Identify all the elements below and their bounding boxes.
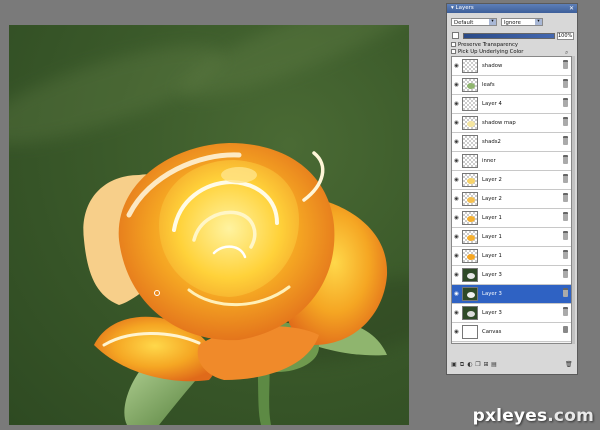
layer-list-scrollbar[interactable] — [572, 56, 575, 344]
panel-collapse-icon[interactable]: ▾ — [451, 5, 454, 11]
group-icon[interactable]: ❐ — [475, 362, 481, 368]
lock-icon[interactable] — [563, 250, 568, 259]
layer-item[interactable]: ◉ Layer 4 — [452, 95, 571, 114]
layer-item-canvas[interactable]: ◉ Canvas — [452, 323, 571, 342]
folder-icon[interactable]: ▤ — [491, 362, 497, 368]
lock-icon[interactable] — [563, 288, 568, 297]
eye-icon[interactable]: ◉ — [453, 291, 460, 297]
eye-icon[interactable]: ◉ — [453, 196, 460, 202]
layer-item[interactable]: ◉ shadow — [452, 57, 571, 76]
layer-thumbnail — [462, 97, 478, 111]
lock-icon[interactable] — [563, 79, 568, 88]
pick-up-underlying-color-checkbox[interactable]: Pick Up Underlying Color ⌕ — [451, 49, 568, 56]
layer-thumbnail — [462, 78, 478, 92]
layer-item[interactable]: ◉ leafs — [452, 76, 571, 95]
layer-thumbnail — [462, 268, 478, 282]
layer-item[interactable]: ◉ Layer 1 — [452, 209, 571, 228]
merge-icon[interactable]: ⊞ — [483, 362, 489, 368]
eye-icon[interactable]: ◉ — [453, 101, 460, 107]
preserve-transparency-checkbox[interactable]: Preserve Transparency — [451, 42, 518, 49]
eyedropper-icon[interactable]: ⌕ — [565, 49, 568, 56]
rose-painting — [83, 143, 388, 425]
layer-item[interactable]: ◉ Layer 3 — [452, 304, 571, 323]
layer-item[interactable]: ◉ shadow map — [452, 114, 571, 133]
site-watermark: pxleyes.com — [472, 406, 594, 426]
mode-option-select[interactable]: Ignore ▾ — [501, 18, 543, 26]
layer-thumbnail — [462, 154, 478, 168]
lock-icon[interactable] — [563, 60, 568, 69]
layers-panel: ▾ Layers ✕ Default ▾ Ignore ▾ 100% Prese… — [446, 3, 578, 375]
eye-icon[interactable]: ◉ — [453, 139, 460, 145]
layer-item[interactable]: ◉ Layer 1 — [452, 228, 571, 247]
trash-icon[interactable]: 🗑 — [565, 362, 573, 368]
layer-thumbnail — [462, 59, 478, 73]
checkbox-box[interactable] — [451, 49, 456, 54]
layer-item[interactable]: ◉ Layer 1 — [452, 247, 571, 266]
opacity-value[interactable]: 100% — [557, 32, 574, 40]
chevron-down-icon: ▾ — [535, 19, 542, 25]
layer-thumbnail — [462, 192, 478, 206]
layer-item[interactable]: ◉ shads2 — [452, 133, 571, 152]
layer-item[interactable]: ◉ Layer 3 — [452, 266, 571, 285]
layers-panel-title-bar[interactable]: ▾ Layers ✕ — [447, 4, 577, 13]
lock-icon[interactable] — [563, 98, 568, 107]
painting-canvas[interactable] — [9, 25, 409, 425]
lock-icon[interactable] — [563, 174, 568, 183]
panel-title: Layers — [455, 5, 474, 11]
eye-icon[interactable]: ◉ — [453, 63, 460, 69]
eye-icon[interactable]: ◉ — [453, 120, 460, 126]
lock-icon[interactable] — [563, 231, 568, 240]
chevron-down-icon: ▾ — [489, 19, 496, 25]
lock-icon[interactable] — [563, 307, 568, 316]
mask-icon[interactable]: ◐ — [467, 362, 473, 368]
lock-icon[interactable] — [563, 193, 568, 202]
layer-thumbnail — [462, 230, 478, 244]
eye-icon[interactable]: ◉ — [453, 329, 460, 335]
lock-icon[interactable] — [563, 269, 568, 278]
layer-item[interactable]: ◉ inner — [452, 152, 571, 171]
lock-icon[interactable] — [563, 136, 568, 145]
layer-thumbnail — [462, 173, 478, 187]
eye-icon[interactable]: ◉ — [453, 272, 460, 278]
eye-icon[interactable]: ◉ — [453, 177, 460, 183]
eye-icon[interactable]: ◉ — [453, 310, 460, 316]
duplicate-layer-icon[interactable]: ⧉ — [459, 362, 465, 368]
layers-toolbar: ▣ ⧉ ◐ ❐ ⊞ ▤ 🗑 — [451, 361, 575, 370]
layer-thumbnail — [462, 306, 478, 320]
eye-icon[interactable]: ◉ — [453, 253, 460, 259]
blend-mode-select[interactable]: Default ▾ — [451, 18, 497, 26]
eye-icon[interactable]: ◉ — [453, 82, 460, 88]
layer-thumbnail — [462, 135, 478, 149]
layer-thumbnail — [462, 211, 478, 225]
layer-item[interactable]: ◉ Layer 2 — [452, 190, 571, 209]
layer-thumbnail — [462, 116, 478, 130]
lock-icon[interactable] — [563, 212, 568, 221]
opacity-icon — [452, 32, 459, 39]
layer-item[interactable]: ◉ Layer 2 — [452, 171, 571, 190]
layer-list: ◉ shadow ◉ leafs ◉ Layer 4 ◉ shadow map ◉ sha… — [451, 56, 572, 344]
lock-icon[interactable] — [563, 117, 568, 126]
new-layer-icon[interactable]: ▣ — [451, 362, 457, 368]
eye-icon[interactable]: ◉ — [453, 234, 460, 240]
close-icon[interactable]: ✕ — [569, 4, 574, 13]
layer-thumbnail — [462, 325, 478, 339]
lock-icon[interactable] — [563, 326, 568, 333]
opacity-slider[interactable] — [463, 33, 555, 39]
eye-icon[interactable]: ◉ — [453, 215, 460, 221]
layer-item-selected[interactable]: ◉ Layer 3 — [452, 285, 571, 304]
lock-icon[interactable] — [563, 155, 568, 164]
layer-thumbnail — [462, 249, 478, 263]
eye-icon[interactable]: ◉ — [453, 158, 460, 164]
layer-thumbnail — [462, 287, 478, 301]
checkbox-box[interactable] — [451, 42, 456, 47]
